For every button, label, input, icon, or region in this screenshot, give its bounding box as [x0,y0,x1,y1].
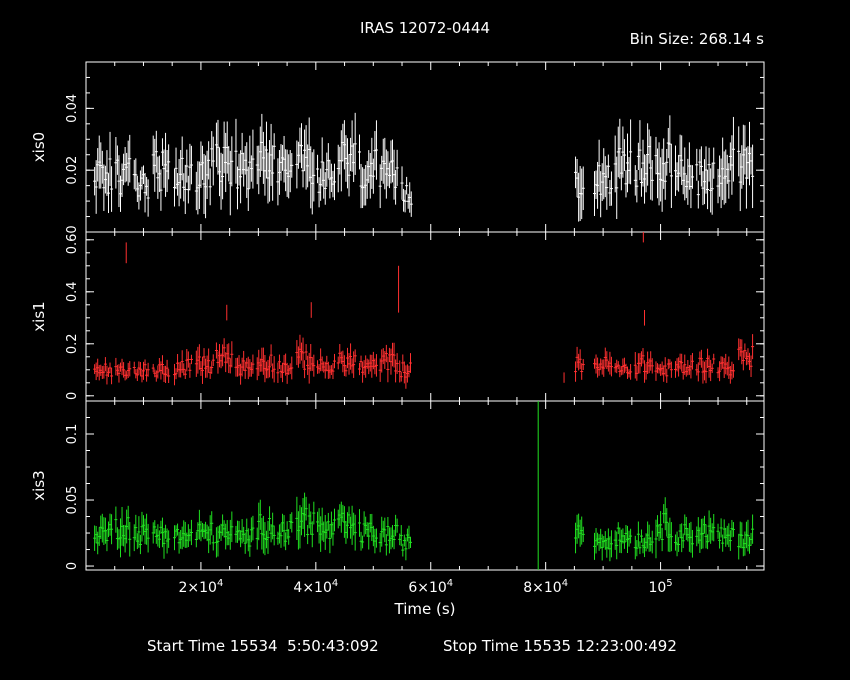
plot-title: IRAS 12072-0444 [360,19,490,37]
series-xis1 [93,232,755,389]
bin-size-label: Bin Size: 268.14 s [630,30,765,48]
y-tick-label: 0.02 [65,156,80,185]
panel-xis0: 0.02 0.04 xis0 [30,61,765,233]
x-tick-label: 2×104 [179,578,224,596]
y-tick-label: 0.60 [65,225,80,254]
panel-frame [85,231,765,402]
series-xis0 [93,112,755,222]
y-tick-label: 0 [65,392,80,400]
x-axis-label: Time (s) [394,600,456,618]
y-tick-label: 0.05 [65,486,80,515]
y-axis-label-xis1: xis1 [30,301,48,331]
light-curve-plot: IRAS 12072-0444 Bin Size: 268.14 s 0.020… [30,19,765,655]
x-tick-label: 4×104 [293,578,338,596]
series-xis3 [93,401,755,570]
panel-xis1: 0 0.2 0.4 0.60 xis1 [30,225,765,402]
y-tick-label: 0.4 [65,281,80,302]
panel-xis3: 0 0.05 0.1 xis3 [30,400,765,571]
x-tick-label: 105 [648,578,672,596]
x-tick-label: 6×104 [408,578,453,596]
y-tick-label: 0 [65,562,80,570]
y-tick-label: 0.04 [65,94,80,123]
x-axis-tick-labels: 2×104 4×104 6×104 8×104 105 [179,578,673,596]
x-tick-label: 8×104 [523,578,568,596]
stop-time-label: Stop Time 15535 12:23:00:492 [443,637,677,655]
start-time-label: Start Time 15534 5:50:43:092 [147,637,379,655]
y-tick-label: 0.1 [65,424,80,445]
y-axis-label-xis3: xis3 [30,470,48,500]
y-tick-label: 0.2 [65,333,80,354]
y-axis-label-xis0: xis0 [30,132,48,162]
panels: 0.02 0.04 xis0 0 0.2 0.4 0.60 xis1 0 0.05 0.1 xis3 [30,61,765,571]
